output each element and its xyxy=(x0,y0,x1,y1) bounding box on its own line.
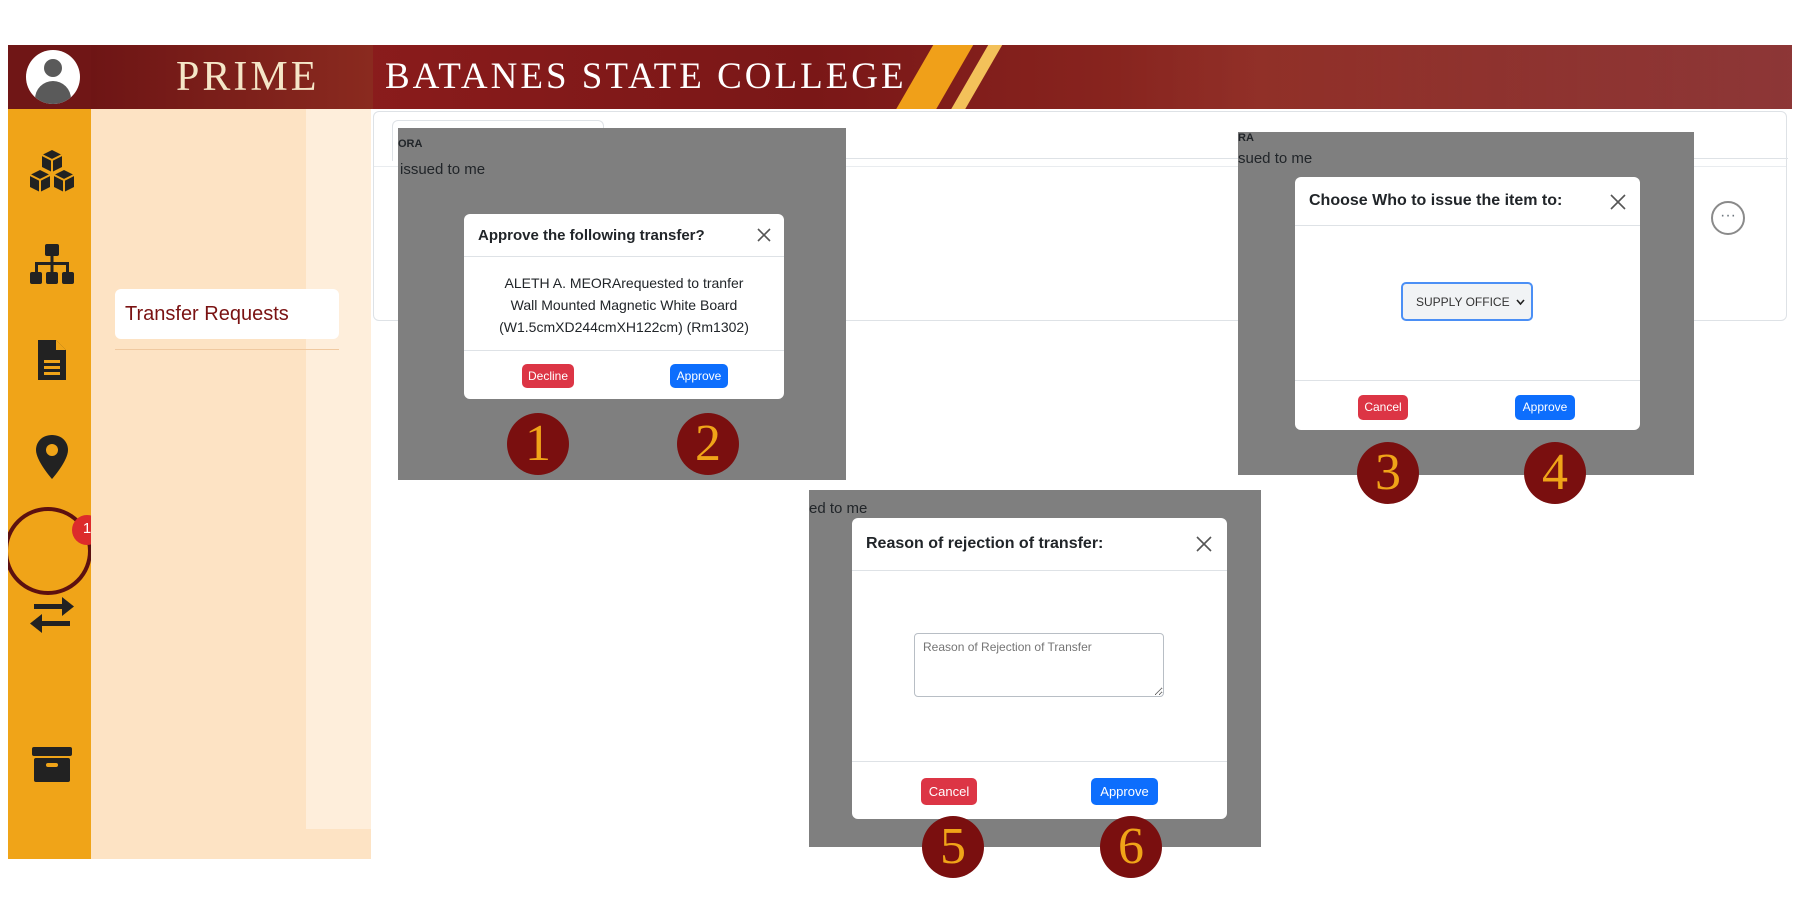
background-text: issued to me xyxy=(400,161,486,178)
college-title: BATANES STATE COLLEGE xyxy=(385,56,907,97)
chevron-down-icon xyxy=(1516,299,1525,306)
divider xyxy=(115,349,339,350)
file-icon[interactable] xyxy=(28,336,76,384)
modal-footer: Cancel Approve xyxy=(852,761,1227,820)
modal-header: Choose Who to issue the item to: xyxy=(1295,177,1640,226)
submenu-item-label: Transfer Requests xyxy=(125,303,289,325)
modal-header: Approve the following transfer? xyxy=(464,214,784,257)
issue-item-panel: RA sued to me Choose Who to issue the it… xyxy=(1238,132,1694,475)
modal-header: Reason of rejection of transfer: xyxy=(852,518,1227,571)
sitemap-icon[interactable] xyxy=(28,240,76,288)
rejection-reason-textarea[interactable] xyxy=(914,633,1164,697)
avatar-body xyxy=(35,81,71,104)
rejection-reason-panel: ed to me Reason of rejection of transfer… xyxy=(809,490,1261,847)
close-icon[interactable] xyxy=(1195,535,1213,553)
approve-button[interactable]: Approve xyxy=(1515,395,1575,420)
decline-button[interactable]: Decline xyxy=(522,364,574,388)
approve-transfer-modal: Approve the following transfer? ALETH A.… xyxy=(464,214,784,399)
background-tab-label: RA xyxy=(1238,132,1254,144)
step-marker-4: 4 xyxy=(1524,442,1586,504)
modal-body: ALETH A. MEORArequested to tranfer Wall … xyxy=(464,272,784,338)
more-options-button[interactable]: ··· xyxy=(1711,201,1745,235)
avatar-area xyxy=(8,45,91,109)
archive-icon[interactable] xyxy=(28,739,76,787)
select-value: SUPPLY OFFICE xyxy=(1416,295,1510,309)
avatar-head xyxy=(44,59,62,77)
exchange-icon[interactable] xyxy=(28,591,76,639)
rejection-reason-modal: Reason of rejection of transfer: Cancel … xyxy=(852,518,1227,819)
close-icon[interactable] xyxy=(756,227,772,243)
approve-button[interactable]: Approve xyxy=(1091,778,1158,805)
step-marker-3: 3 xyxy=(1357,442,1419,504)
modal-footer: Cancel Approve xyxy=(1295,380,1640,431)
sidebar xyxy=(8,109,94,859)
issue-item-modal: Choose Who to issue the item to: SUPPLY … xyxy=(1295,177,1640,430)
modal-title: Reason of rejection of transfer: xyxy=(866,535,1104,552)
header-banner: PRIME BATANES STATE COLLEGE xyxy=(8,45,1792,109)
item-name-text: Wall Mounted Magnetic White Board xyxy=(510,297,738,313)
approve-transfer-panel: ORA issued to me Approve the following t… xyxy=(398,128,846,480)
cancel-button[interactable]: Cancel xyxy=(921,778,977,805)
background-text: sued to me xyxy=(1238,150,1313,167)
submenu-item-transfer-requests[interactable]: Transfer Requests xyxy=(115,289,339,339)
modal-footer: Decline Approve xyxy=(464,350,784,400)
avatar-icon[interactable] xyxy=(26,50,80,104)
cubes-icon[interactable] xyxy=(28,146,76,194)
cancel-button[interactable]: Cancel xyxy=(1358,395,1408,420)
step-marker-1: 1 xyxy=(507,413,569,475)
step-marker-6: 6 xyxy=(1100,816,1162,878)
app-logo: PRIME xyxy=(176,54,320,100)
recipient-select[interactable]: SUPPLY OFFICE xyxy=(1401,282,1533,321)
transfer-request-text: ALETH A. MEORArequested to tranfer xyxy=(504,275,744,291)
banner-fade xyxy=(1108,45,1792,109)
modal-title: Choose Who to issue the item to: xyxy=(1309,192,1563,209)
step-marker-2: 2 xyxy=(677,413,739,475)
submenu-panel: Transfer Requests xyxy=(91,109,371,859)
modal-title: Approve the following transfer? xyxy=(478,227,705,244)
step-marker-5: 5 xyxy=(922,816,984,878)
close-icon[interactable] xyxy=(1609,193,1627,211)
background-tab-label: ORA xyxy=(398,138,423,150)
submenu-overlay xyxy=(306,109,371,829)
map-marker-icon[interactable] xyxy=(28,433,76,481)
background-text: ed to me xyxy=(809,500,868,517)
approve-button[interactable]: Approve xyxy=(670,364,728,388)
item-dimensions-text: (W1.5cmXD244cmXH122cm) (Rm1302) xyxy=(499,319,749,335)
